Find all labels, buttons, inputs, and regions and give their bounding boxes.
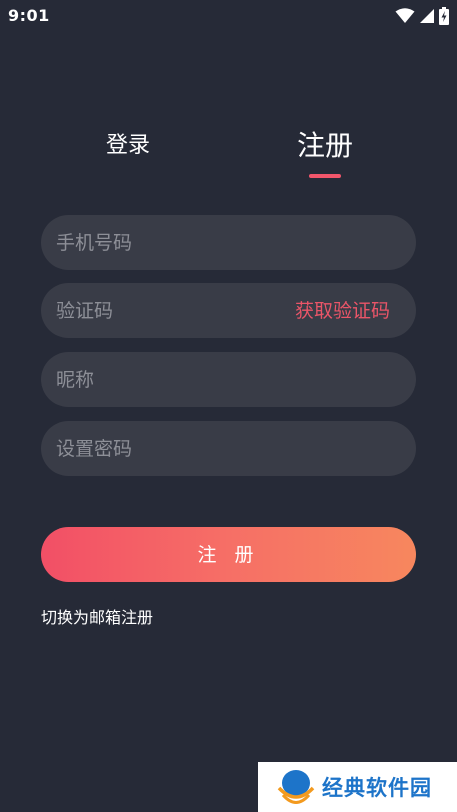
battery-charging-icon [439,7,449,25]
nickname-field [41,352,416,407]
nickname-input[interactable] [56,352,276,407]
tab-login-label: 登录 [105,133,150,158]
signal-icon [420,9,434,23]
active-tab-indicator [309,174,341,178]
verification-code-input[interactable] [56,283,276,338]
wifi-icon [395,8,415,23]
phone-field [41,215,416,270]
watermark: 经典软件园 [258,762,457,812]
tab-register[interactable]: 注册 [275,126,375,182]
watermark-text: 经典软件园 [322,776,432,800]
status-bar: 9:01 [0,0,457,32]
status-icons [395,6,449,26]
code-field: 获取验证码 [41,283,416,338]
watermark-logo-icon [277,770,315,804]
phone-input[interactable] [56,215,276,270]
tab-register-label: 注册 [296,129,353,162]
password-field [41,421,416,476]
tab-login[interactable]: 登录 [78,126,178,182]
register-button[interactable]: 注 册 [41,527,416,582]
password-input[interactable] [56,421,276,476]
switch-to-email-link[interactable]: 切换为邮箱注册 [41,604,153,628]
get-code-button[interactable]: 获取验证码 [295,283,390,338]
status-time: 9:01 [8,6,50,25]
auth-tabs: 登录 注册 [0,126,457,182]
